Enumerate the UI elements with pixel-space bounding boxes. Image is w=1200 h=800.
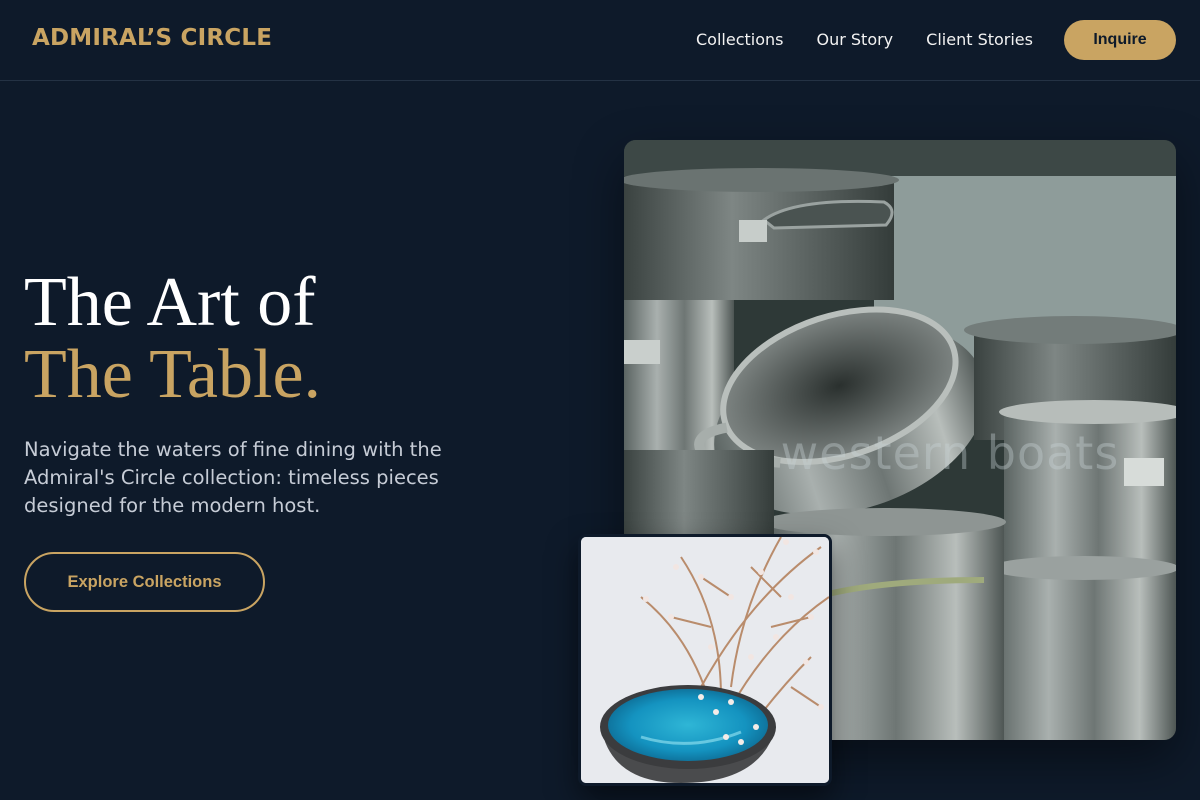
main-nav: Collections Our Story Client Stories xyxy=(696,30,1066,49)
hero-subtitle: Navigate the waters of fine dining with … xyxy=(24,438,442,517)
site-header: ADMIRAL’S CIRCLE Collections Our Story C… xyxy=(0,0,1200,81)
hero-title-line1: The Art of xyxy=(24,264,316,341)
hero-title-line2: The Table. xyxy=(24,336,322,413)
explore-collections-button[interactable]: Explore Collections xyxy=(24,552,265,612)
bowl-with-flowers-photo xyxy=(581,537,829,783)
image-watermark: western boats xyxy=(780,426,1120,480)
inquire-button[interactable]: Inquire xyxy=(1064,20,1176,60)
nav-link-our-story[interactable]: Our Story xyxy=(816,30,893,49)
hero-title: The Art of The Table. xyxy=(24,267,321,411)
nav-link-client-stories[interactable]: Client Stories xyxy=(926,30,1033,49)
brand-logo[interactable]: ADMIRAL’S CIRCLE xyxy=(32,25,272,51)
nav-link-collections[interactable]: Collections xyxy=(696,30,783,49)
hero-secondary-image xyxy=(578,534,832,786)
landing-page: ADMIRAL’S CIRCLE Collections Our Story C… xyxy=(0,0,1200,800)
